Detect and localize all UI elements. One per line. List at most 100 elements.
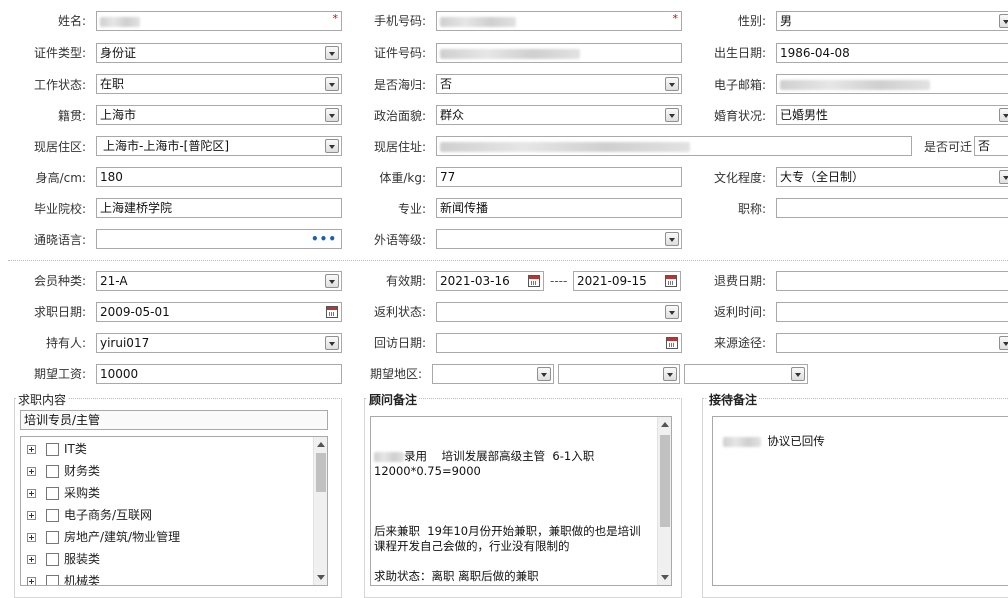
major-field[interactable]: 新闻传播 [436, 198, 682, 218]
category-checkbox[interactable] [46, 531, 59, 544]
chevron-down-icon[interactable] [665, 108, 679, 122]
category-checkbox[interactable] [46, 575, 59, 585]
validity-start-field[interactable]: 2021-03-16 [436, 271, 544, 291]
chevron-down-icon[interactable] [325, 77, 339, 91]
expected-area-select-3[interactable] [684, 364, 808, 384]
category-checkbox[interactable] [46, 487, 59, 500]
category-checkbox[interactable] [46, 443, 59, 456]
chevron-down-icon[interactable] [663, 367, 677, 381]
tree-item-label: 采购类 [64, 486, 101, 500]
returnee-select[interactable]: 否 [436, 74, 682, 94]
visit-date-label: 回访日期: [373, 336, 426, 350]
scroll-up-icon[interactable] [661, 422, 669, 427]
job-content-selected[interactable]: 培训专员/主管 [20, 410, 328, 430]
chevron-down-icon[interactable] [325, 139, 339, 153]
tree-item[interactable]: 电子商务/互联网 [27, 506, 152, 524]
tree-item[interactable]: IT类 [27, 440, 87, 458]
chevron-down-icon[interactable] [999, 170, 1008, 184]
relocate-select[interactable]: 否 [974, 136, 1008, 156]
tree-item[interactable]: 采购类 [27, 484, 100, 502]
expected-area-select-1[interactable] [432, 364, 554, 384]
education-select[interactable]: 大专（全日制） [776, 167, 1008, 187]
expected-salary-field[interactable]: 10000 [96, 364, 342, 384]
chevron-down-icon[interactable] [999, 14, 1008, 28]
residence-address-field[interactable] [436, 136, 912, 156]
member-type-select[interactable]: 21-A [96, 271, 342, 291]
advisor-notes-textarea[interactable]: 录用 培训发展部高级主管 6-1入职 12000*0.75=9000 后来兼职 19… [370, 416, 672, 586]
reception-notes-textarea[interactable]: 协议已回传 [712, 416, 1008, 586]
scroll-thumb[interactable] [316, 453, 326, 492]
weight-label: 体重/kg: [379, 171, 426, 185]
height-field[interactable]: 180 [96, 167, 342, 187]
languages-field[interactable]: ••• [96, 229, 342, 249]
weight-field[interactable]: 77 [436, 167, 682, 187]
native-place-select[interactable]: 上海市 [96, 105, 342, 125]
residence-area-select[interactable]: 上海市-上海市-[普陀区] [96, 136, 342, 156]
job-seek-date-field[interactable]: 2009-05-01 [96, 302, 342, 322]
political-select[interactable]: 群众 [436, 105, 682, 125]
more-options-icon[interactable]: ••• [311, 230, 337, 248]
expected-area-select-2[interactable] [558, 364, 680, 384]
marital-select[interactable]: 已婚男性 [776, 105, 1008, 125]
calendar-icon[interactable] [665, 275, 677, 287]
chevron-down-icon[interactable] [325, 336, 339, 350]
category-checkbox[interactable] [46, 465, 59, 478]
validity-end-field[interactable]: 2021-09-15 [573, 271, 681, 291]
job-content-selected-value: 培训专员/主管 [24, 413, 101, 427]
id-number-field[interactable] [436, 43, 682, 63]
gender-select[interactable]: 男 [776, 11, 1008, 31]
tree-item[interactable]: 服装类 [27, 550, 100, 568]
chevron-down-icon[interactable] [791, 367, 805, 381]
scroll-down-icon[interactable] [661, 575, 669, 580]
calendar-icon[interactable] [528, 275, 540, 287]
email-field[interactable] [776, 74, 1008, 94]
visit-date-field[interactable] [436, 333, 682, 353]
reception-notes-title: 接待备注 [707, 391, 760, 408]
birth-date-field[interactable]: 1986-04-08 [776, 43, 1008, 63]
chevron-down-icon[interactable] [999, 108, 1008, 122]
rebate-status-select[interactable] [436, 302, 682, 322]
category-checkbox[interactable] [46, 553, 59, 566]
residence-area-value: 上海市-上海市-[普陀区] [103, 139, 230, 153]
chevron-down-icon[interactable] [325, 46, 339, 60]
expand-plus-icon[interactable] [27, 445, 36, 454]
scroll-up-icon[interactable] [317, 442, 325, 447]
id-type-select[interactable]: 身份证 [96, 43, 342, 63]
expand-plus-icon[interactable] [27, 467, 36, 476]
rebate-time-field[interactable] [776, 302, 1008, 322]
work-status-select[interactable]: 在职 [96, 74, 342, 94]
calendar-icon[interactable] [326, 306, 338, 318]
expand-plus-icon[interactable] [27, 489, 36, 498]
chevron-down-icon[interactable] [665, 232, 679, 246]
expand-plus-icon[interactable] [27, 577, 36, 585]
tree-item[interactable]: 财务类 [27, 462, 100, 480]
calendar-icon[interactable] [666, 337, 678, 349]
holder-select[interactable]: yirui017 [96, 333, 342, 353]
scroll-thumb[interactable] [660, 435, 670, 527]
expand-plus-icon[interactable] [27, 533, 36, 542]
reception-notes-text: 协议已回传 [767, 434, 825, 448]
mobile-field[interactable]: * [436, 11, 682, 31]
expand-plus-icon[interactable] [27, 511, 36, 520]
source-select[interactable] [776, 333, 1008, 353]
scroll-down-icon[interactable] [317, 575, 325, 580]
chevron-down-icon[interactable] [665, 305, 679, 319]
chevron-down-icon[interactable] [325, 274, 339, 288]
tree-item[interactable]: 房地产/建筑/物业管理 [27, 528, 180, 546]
job-category-tree[interactable]: IT类财务类采购类电子商务/互联网房地产/建筑/物业管理 服装类机械类 [20, 436, 328, 586]
chevron-down-icon[interactable] [325, 108, 339, 122]
chevron-down-icon[interactable] [537, 367, 551, 381]
advisor-scrollbar[interactable] [657, 417, 671, 585]
expand-plus-icon[interactable] [27, 555, 36, 564]
name-field[interactable]: * [96, 11, 342, 31]
foreign-level-select[interactable] [436, 229, 682, 249]
refund-date-field[interactable] [776, 271, 1008, 291]
tree-item[interactable]: 机械类 [27, 572, 100, 585]
gender-label: 性别: [737, 14, 766, 28]
school-field[interactable]: 上海建桥学院 [96, 198, 342, 218]
tree-scrollbar[interactable] [313, 437, 327, 585]
category-checkbox[interactable] [46, 509, 59, 522]
title-field[interactable] [776, 198, 1008, 218]
chevron-down-icon[interactable] [665, 77, 679, 91]
chevron-down-icon[interactable] [999, 336, 1008, 350]
